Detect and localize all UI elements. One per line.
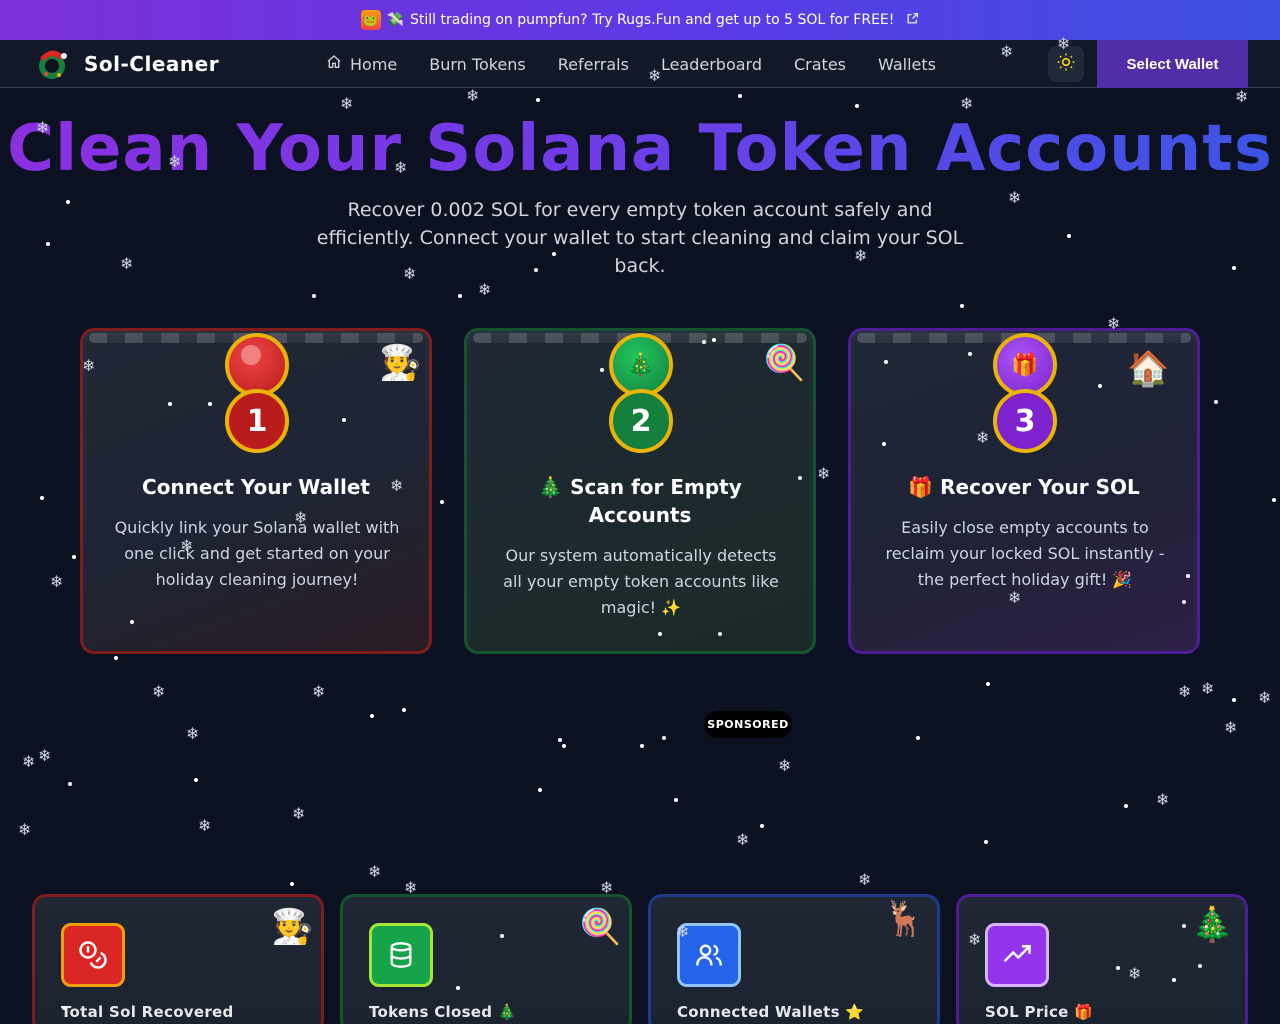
stat-label: Tokens Closed 🎄 <box>369 1003 517 1021</box>
home-icon <box>326 54 342 74</box>
theme-toggle-button[interactable] <box>1048 46 1084 82</box>
step-number: 1 <box>225 389 289 453</box>
gift-icon: 🎁 <box>908 475 934 499</box>
ornament-icon <box>225 333 289 397</box>
stat-card-sol-price: 🎄 SOL Price 🎁 <box>956 894 1248 1024</box>
hero-title: Clean Your Solana Token Accounts <box>0 112 1280 186</box>
christmas-treats-icon: 🎄 <box>1191 905 1234 945</box>
brand-name[interactable]: Sol-Cleaner <box>84 52 219 76</box>
stat-label: Connected Wallets ⭐ <box>677 1003 865 1021</box>
users-icon <box>677 923 741 987</box>
stat-card-tokens-closed: 🍭 Tokens Closed 🎄 <box>340 894 632 1024</box>
nav-referrals[interactable]: Referrals <box>558 55 629 74</box>
stat-card-connected-wallets: 🦌 Connected Wallets ⭐ <box>648 894 940 1024</box>
stat-label: SOL Price 🎁 <box>985 1003 1094 1021</box>
stat-card-sol-recovered: 🧑‍🍳 Total Sol Recovered <box>32 894 324 1024</box>
trending-up-icon <box>985 923 1049 987</box>
hero-subtitle: Recover 0.002 SOL for every empty token … <box>316 199 964 277</box>
candy-cane-icon: 🍭 <box>579 907 622 947</box>
nav-crates[interactable]: Crates <box>794 55 846 74</box>
rugs-fun-icon: 🐸 <box>360 10 381 30</box>
nav-leaderboard[interactable]: Leaderboard <box>661 55 762 74</box>
step-description: Easily close empty accounts to reclaim y… <box>885 518 1165 589</box>
gift-ornament-icon: 🎁 <box>993 333 1057 397</box>
gingerbread-house-icon: 🏠 <box>1127 349 1170 389</box>
step-number: 2 <box>609 389 673 453</box>
star-icon: ⭐ <box>845 1003 865 1021</box>
step-title: Connect Your Wallet <box>142 475 370 499</box>
reindeer-icon: 🦌 <box>883 899 926 939</box>
navbar: Sol-Cleaner Home Burn Tokens Referrals L… <box>0 40 1280 88</box>
nav-burn-tokens[interactable]: Burn Tokens <box>429 55 526 74</box>
step-card-scan: 🎄 2 🍭 🎄 Scan for Empty Accounts Our syst… <box>464 328 816 654</box>
promo-banner[interactable]: 🐸 💸 Still trading on pumpfun? Try Rugs.F… <box>0 0 1280 40</box>
database-icon <box>369 923 433 987</box>
nav-links: Home Burn Tokens Referrals Leaderboard C… <box>326 40 936 88</box>
external-link-icon[interactable] <box>906 12 919 29</box>
banner-emoji: 💸 <box>386 12 405 28</box>
sponsored-badge: SPONSORED <box>704 711 792 738</box>
sol-cleaner-logo[interactable] <box>34 46 70 82</box>
step-title: 🎄 Scan for Empty Accounts <box>538 475 742 527</box>
step-description: Our system automatically detects all you… <box>503 546 779 617</box>
step-title: 🎁 Recover Your SOL <box>908 475 1140 499</box>
nav-home-label: Home <box>350 54 398 74</box>
tree-ornament-icon: 🎄 <box>609 333 673 397</box>
banner-text: Still trading on pumpfun? Try Rugs.Fun a… <box>410 12 895 28</box>
step-card-connect: 1 🧑‍🍳 Connect Your Wallet Quickly link y… <box>80 328 432 654</box>
nav-wallets[interactable]: Wallets <box>878 55 936 74</box>
nav-home[interactable]: Home <box>326 54 397 74</box>
tree-icon: 🎄 <box>497 1003 517 1021</box>
step-card-recover: 🎁 3 🏠 🎁 Recover Your SOL Easily close em… <box>848 328 1200 654</box>
stat-label: Total Sol Recovered <box>61 1003 234 1021</box>
tree-icon: 🎄 <box>538 475 564 499</box>
gingerbread-icon: 🧑‍🍳 <box>379 343 422 383</box>
candy-cane-icon: 🍭 <box>763 343 806 383</box>
select-wallet-button[interactable]: Select Wallet <box>1097 40 1248 88</box>
step-number: 3 <box>993 389 1057 453</box>
sun-icon <box>1056 52 1076 76</box>
gift-icon: 🎁 <box>1074 1003 1094 1021</box>
coins-icon <box>61 923 125 987</box>
gingerbread-icon: 🧑‍🍳 <box>271 907 314 947</box>
step-description: Quickly link your Solana wallet with one… <box>114 518 400 589</box>
